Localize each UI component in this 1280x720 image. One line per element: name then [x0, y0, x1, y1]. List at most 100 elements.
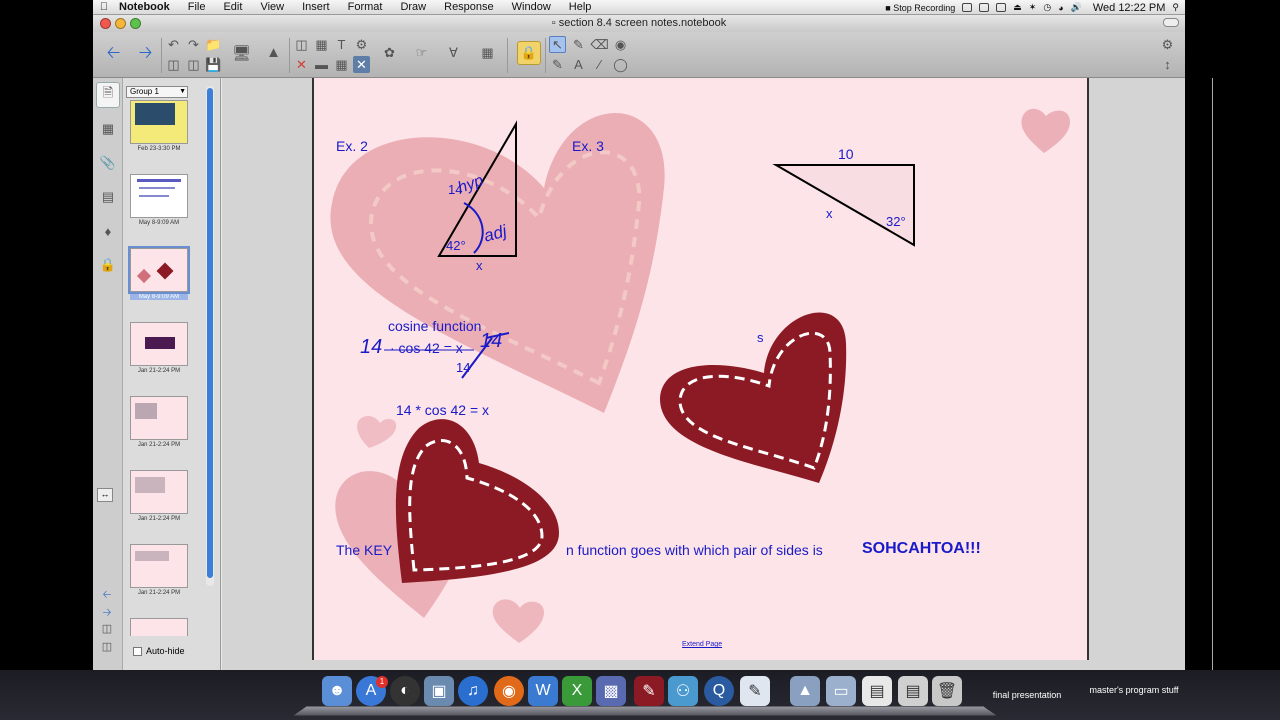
- stop-recording[interactable]: ■ Stop Recording: [885, 3, 955, 13]
- gallery-icon[interactable]: ▦: [479, 44, 496, 61]
- time-machine-icon[interactable]: ◷: [1043, 2, 1051, 13]
- volume-icon[interactable]: 🔊: [1071, 2, 1082, 13]
- menu-draw[interactable]: Draw: [391, 1, 435, 13]
- photos-icon[interactable]: ▣: [424, 676, 454, 706]
- delete-page-icon[interactable]: ◫: [99, 640, 115, 653]
- textedit-icon[interactable]: ✎: [740, 676, 770, 706]
- pen-icon[interactable]: ✎: [570, 36, 587, 53]
- menu-format[interactable]: Format: [339, 1, 392, 13]
- settings-gear-icon[interactable]: ⚙: [1159, 36, 1176, 53]
- page-thumbnail[interactable]: Jan 21-2:24 PM: [130, 396, 188, 448]
- save-icon[interactable]: 💾: [205, 56, 222, 73]
- page-thumbnail[interactable]: [130, 618, 188, 636]
- clock[interactable]: Wed 12:22 PM: [1093, 2, 1166, 14]
- close-button[interactable]: [100, 18, 111, 29]
- tab-properties[interactable]: ▤: [96, 184, 120, 210]
- zoom-button[interactable]: [130, 18, 141, 29]
- notes-icon[interactable]: [979, 3, 990, 12]
- notebook-app-icon[interactable]: ✎: [634, 676, 664, 706]
- apple-icon[interactable]: : [93, 1, 115, 13]
- excel-icon[interactable]: X: [562, 676, 592, 706]
- menu-response[interactable]: Response: [435, 1, 503, 13]
- autohide-checkbox[interactable]: Auto-hide: [133, 646, 185, 656]
- delete-icon[interactable]: ✕: [293, 56, 310, 73]
- next-page-icon[interactable]: 🡢: [99, 604, 115, 623]
- minimize-button[interactable]: [115, 18, 126, 29]
- eject-icon[interactable]: ⏏: [1013, 2, 1022, 13]
- line-icon[interactable]: ∕: [591, 56, 608, 73]
- sorter-scroll-thumb[interactable]: [207, 88, 213, 578]
- status-icon[interactable]: [962, 3, 973, 12]
- title-bar[interactable]: ▫ section 8.4 screen notes.notebook: [93, 15, 1185, 32]
- copy-icon[interactable]: ◫: [185, 56, 202, 73]
- toolbar-toggle-button[interactable]: [1163, 18, 1179, 27]
- math-icon[interactable]: ∀: [445, 44, 462, 61]
- response-icon[interactable]: ☞: [413, 44, 430, 61]
- tab-attachments[interactable]: 📎: [96, 150, 120, 176]
- menu-app[interactable]: Notebook: [115, 1, 179, 13]
- text-icon[interactable]: T: [333, 36, 350, 53]
- lock-icon[interactable]: 🔒: [517, 41, 541, 65]
- notebook-page[interactable]: Ex. 2 Ex. 3 14 42° x hyp adj 10 x 32° co…: [312, 78, 1089, 660]
- extend-page-link[interactable]: Extend Page: [682, 641, 722, 648]
- capture-icon[interactable]: ▲: [265, 44, 282, 61]
- back-arrow-icon[interactable]: 🡠: [105, 43, 122, 63]
- close-doc-icon[interactable]: ✕: [353, 56, 370, 73]
- menu-window[interactable]: Window: [503, 1, 560, 13]
- spotlight-icon[interactable]: ⚲: [1172, 2, 1179, 13]
- insert-page-icon[interactable]: 📁: [205, 36, 222, 53]
- tab-lock[interactable]: 🔒: [96, 252, 120, 278]
- dock-label-masters-program[interactable]: master's program stuff: [1088, 685, 1180, 695]
- toolbar-move-icon[interactable]: ↕: [1159, 56, 1176, 73]
- contacts-icon[interactable]: ⚇: [668, 676, 698, 706]
- wifi-icon[interactable]: ◕: [1058, 3, 1063, 13]
- menu-help[interactable]: Help: [560, 1, 601, 13]
- fill-icon[interactable]: ◉: [612, 36, 629, 53]
- shade-icon[interactable]: ▬: [313, 56, 330, 73]
- documents-folder-icon[interactable]: ▭: [826, 676, 856, 706]
- chart-app-icon[interactable]: ▩: [596, 676, 626, 706]
- paste-icon[interactable]: ◫: [293, 36, 310, 53]
- bluetooth-icon[interactable]: ✶: [1029, 2, 1037, 13]
- prev-page-icon[interactable]: 🡠: [99, 586, 115, 605]
- trash-icon[interactable]: 🗑: [932, 676, 962, 706]
- page-thumbnail[interactable]: May 8-9:09 AM: [130, 174, 188, 226]
- display-screen-icon[interactable]: 🖥: [232, 44, 251, 62]
- downloads-stack-icon[interactable]: ▤: [898, 676, 928, 706]
- page-thumbnail[interactable]: Feb 23-3:30 PM: [130, 100, 188, 152]
- tab-addons[interactable]: ♦: [96, 218, 120, 244]
- dashboard-icon[interactable]: ◐: [390, 676, 420, 706]
- menu-edit[interactable]: Edit: [214, 1, 251, 13]
- shape-icon[interactable]: ◯: [612, 56, 629, 73]
- page-thumbnail[interactable]: Jan 21-2:24 PM: [130, 322, 188, 374]
- table-icon[interactable]: ▦: [333, 56, 350, 73]
- undo-icon[interactable]: ↶: [165, 36, 182, 53]
- document-stack-icon[interactable]: ▤: [862, 676, 892, 706]
- applications-folder-icon[interactable]: ▲: [790, 676, 820, 706]
- creative-pen-icon[interactable]: ✎: [549, 56, 566, 73]
- eraser-icon[interactable]: ⌫: [590, 36, 608, 53]
- page-thumbnail-selected[interactable]: May 8-9:09 AM: [128, 246, 190, 300]
- display-icon[interactable]: [996, 3, 1007, 12]
- dock-label-final-presentation[interactable]: final presentation: [982, 690, 1072, 700]
- redo-icon[interactable]: ↷: [185, 36, 202, 53]
- sidebar-resize-icon[interactable]: ↔: [97, 488, 113, 502]
- screen-shade-icon[interactable]: ▦: [313, 36, 330, 53]
- wireless-icon[interactable]: ✿: [381, 44, 398, 61]
- text-tool-icon[interactable]: A: [570, 56, 587, 73]
- itunes-icon[interactable]: ♫: [458, 676, 488, 706]
- clipart-icon[interactable]: ⚙: [353, 36, 370, 53]
- quicktime-icon[interactable]: Q: [704, 676, 734, 706]
- menu-insert[interactable]: Insert: [293, 1, 339, 13]
- tab-gallery[interactable]: ▦: [96, 116, 120, 142]
- autohide-box[interactable]: [133, 646, 142, 656]
- menu-file[interactable]: File: [179, 1, 215, 13]
- finder-icon[interactable]: ☻: [322, 676, 352, 706]
- duplicate-icon[interactable]: ◫: [165, 56, 182, 73]
- forward-arrow-icon[interactable]: 🡢: [137, 43, 154, 63]
- menu-view[interactable]: View: [251, 1, 293, 13]
- tab-page-sorter[interactable]: 🗎: [96, 82, 120, 108]
- page-thumbnail[interactable]: Jan 21-2:24 PM: [130, 544, 188, 596]
- word-icon[interactable]: W: [528, 676, 558, 706]
- add-page-icon[interactable]: ◫: [99, 622, 115, 635]
